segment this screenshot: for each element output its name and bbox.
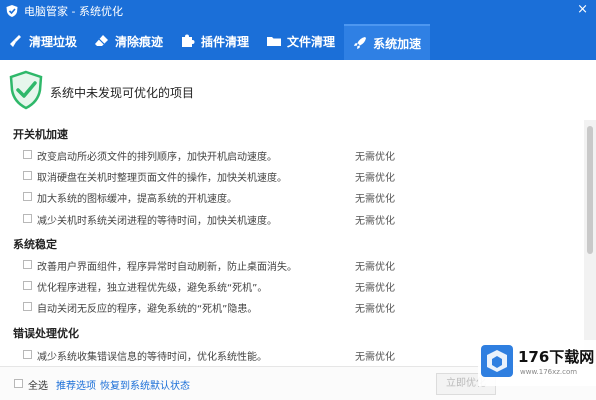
- tab-label: 文件清理: [287, 34, 336, 49]
- item-status: 无需优化: [355, 194, 395, 205]
- item-checkbox[interactable]: [23, 192, 32, 201]
- list-item: 取消硬盘在关机时整理页面文件的操作，加快关机速度。 无需优化: [0, 167, 580, 185]
- item-checkbox[interactable]: [23, 281, 32, 290]
- item-status: 无需优化: [355, 216, 395, 227]
- item-status: 无需优化: [355, 152, 395, 163]
- item-description: 自动关闭无反应的程序，避免系统的“死机”隐患。: [37, 304, 258, 315]
- item-status: 无需优化: [355, 262, 395, 273]
- list-item: 减少关机时系统关闭进程的等待时间，加快关机速度。 无需优化: [0, 210, 580, 228]
- item-checkbox[interactable]: [23, 350, 32, 359]
- puzzle-icon: [182, 34, 195, 47]
- close-button[interactable]: ×: [577, 3, 588, 17]
- tab-label: 清除痕迹: [115, 34, 164, 49]
- item-checkbox[interactable]: [23, 302, 32, 311]
- item-checkbox[interactable]: [23, 171, 32, 180]
- app-logo-icon: [6, 5, 18, 17]
- item-description: 加大系统的图标缓冲，提高系统的开机速度。: [37, 194, 237, 205]
- status-header: 系统中未发现可优化的项目: [0, 60, 596, 120]
- status-message: 系统中未发现可优化的项目: [50, 86, 195, 100]
- list-item: 改善用户界面组件，程序异常时自动刷新，防止桌面消失。 无需优化: [0, 256, 580, 274]
- rocket-icon: [354, 37, 367, 49]
- tab-file-clean[interactable]: 文件清理: [258, 22, 344, 60]
- tab-plugin-clean[interactable]: 插件清理: [172, 22, 258, 60]
- tab-clear-traces[interactable]: 清除痕迹: [86, 22, 172, 60]
- section-title: 系统稳定: [13, 238, 57, 251]
- list-item: 改变启动所必须文件的排列顺序，加快开机启动速度。 无需优化: [0, 146, 580, 164]
- item-checkbox[interactable]: [23, 150, 32, 159]
- tab-label: 系统加速: [373, 36, 422, 51]
- folder-icon: [267, 37, 282, 46]
- tab-bar: 清理垃圾 清除痕迹 插件清理 文件清理 系统加速: [0, 22, 596, 60]
- select-all-checkbox[interactable]: [14, 379, 23, 388]
- list-item: 加大系统的图标缓冲，提高系统的开机速度。 无需优化: [0, 188, 580, 206]
- window-title: 电脑管家 - 系统优化: [24, 5, 123, 18]
- select-all-label[interactable]: 全选: [28, 377, 48, 392]
- item-status: 无需优化: [355, 352, 395, 363]
- tab-label: 清理垃圾: [29, 34, 78, 49]
- broom-icon: [10, 35, 21, 47]
- restore-default-link[interactable]: 恢复到系统默认状态: [100, 377, 190, 392]
- item-description: 取消硬盘在关机时整理页面文件的操作，加快关机速度。: [37, 173, 287, 184]
- shield-check-icon: [9, 70, 43, 110]
- eraser-icon: [95, 35, 109, 46]
- section-title: 错误处理优化: [13, 327, 79, 340]
- watermark-logo-icon: [481, 345, 513, 377]
- list-item: 优化程序进程，独立进程优先级，避免系统“死机”。 无需优化: [0, 277, 580, 295]
- site-watermark: 176下载网 www.176xz.com: [478, 340, 596, 386]
- item-description: 减少系统收集错误信息的等待时间，优化系统性能。: [37, 352, 267, 363]
- item-status: 无需优化: [355, 283, 395, 294]
- tab-label: 插件清理: [201, 34, 250, 49]
- tab-system-speedup[interactable]: 系统加速: [344, 24, 431, 60]
- watermark-url: www.176xz.com: [520, 368, 578, 376]
- optimization-list: 开关机加速 改变启动所必须文件的排列顺序，加快开机启动速度。 无需优化 取消硬盘…: [0, 120, 596, 366]
- title-bar: 电脑管家 - 系统优化 ×: [0, 0, 596, 22]
- item-status: 无需优化: [355, 173, 395, 184]
- tab-clean-junk[interactable]: 清理垃圾: [0, 22, 86, 60]
- item-description: 减少关机时系统关闭进程的等待时间，加快关机速度。: [37, 216, 277, 227]
- scrollbar-thumb[interactable]: [587, 126, 593, 254]
- section-title: 开关机加速: [13, 128, 68, 141]
- item-description: 改变启动所必须文件的排列顺序，加快开机启动速度。: [37, 152, 277, 163]
- recommend-link[interactable]: 推荐选项: [56, 377, 96, 392]
- item-checkbox[interactable]: [23, 214, 32, 223]
- item-description: 改善用户界面组件，程序异常时自动刷新，防止桌面消失。: [37, 262, 297, 273]
- list-item: 自动关闭无反应的程序，避免系统的“死机”隐患。 无需优化: [0, 298, 580, 316]
- item-checkbox[interactable]: [23, 260, 32, 269]
- scrollbar[interactable]: [584, 120, 596, 366]
- watermark-text: 176下载网: [518, 348, 595, 366]
- item-description: 优化程序进程，独立进程优先级，避免系统“死机”。: [37, 283, 268, 294]
- item-status: 无需优化: [355, 304, 395, 315]
